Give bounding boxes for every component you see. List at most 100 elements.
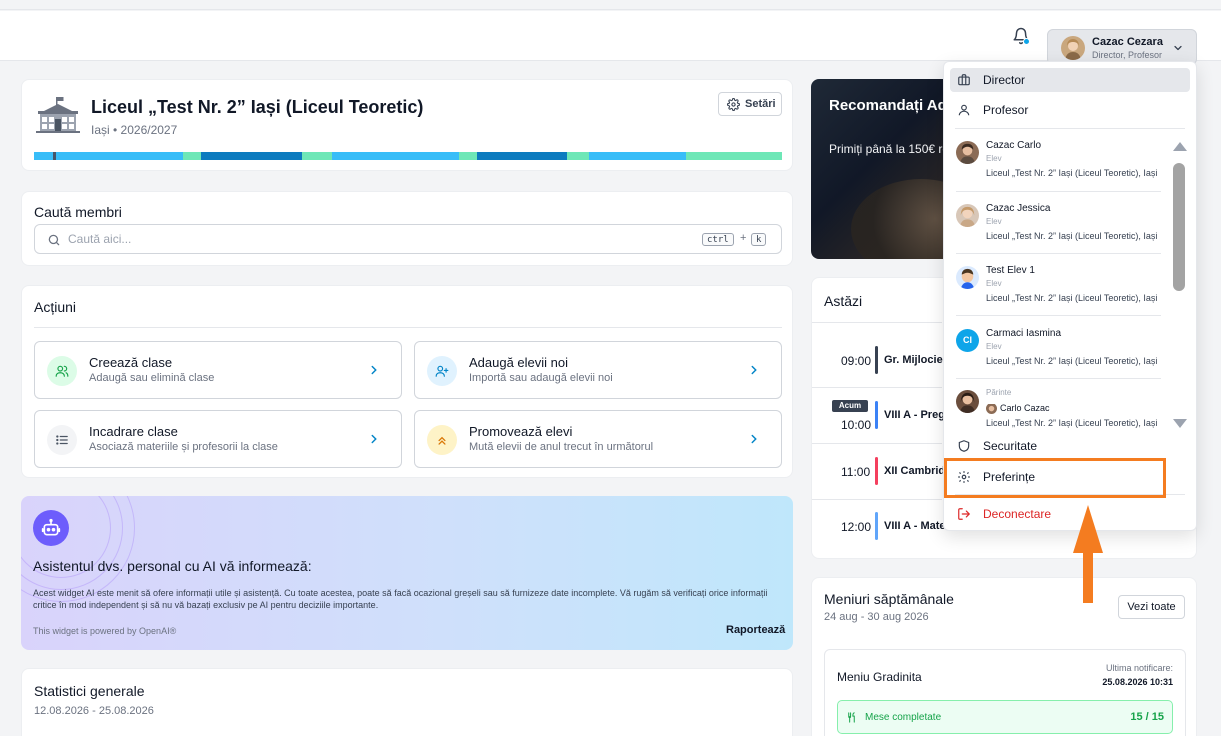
person-avatar [956, 266, 979, 289]
row-divider [812, 322, 942, 323]
child-name: Carlo Cazac [1000, 403, 1050, 413]
stats-range: 12.08.2026 - 25.08.2026 [34, 705, 154, 717]
person-avatar [956, 390, 979, 413]
menus-card: Meniuri săptămânale 24 aug - 30 aug 2026… [811, 577, 1197, 736]
search-title: Caută membri [34, 204, 122, 220]
user-plus-icon [427, 356, 457, 386]
chevron-right-icon [751, 365, 757, 375]
last-notification-label: Ultima notificare: [1105, 663, 1173, 673]
schedule-class[interactable]: VIII A - Preg [884, 409, 945, 421]
schedule-time: 12:00 [841, 520, 872, 534]
menu-item-logout[interactable]: Deconectare [950, 502, 1190, 526]
action-title: Creează clase [89, 355, 173, 370]
class-color-bar [875, 512, 878, 540]
menus-title: Meniuri săptămânale [824, 591, 954, 607]
ai-report-link[interactable]: Raportează [726, 624, 785, 636]
notification-dot [1023, 38, 1030, 45]
menu-card[interactable]: Meniu Gradinita Ultima notificare: 25.08… [824, 649, 1186, 736]
avatar-initials: CI [963, 335, 972, 345]
role-director[interactable]: Director [950, 68, 1190, 92]
person-school: Liceul „Test Nr. 2” Iași (Liceul Teoreti… [986, 356, 1158, 366]
row-divider [812, 499, 942, 500]
ai-assistant-card: Asistentul dvs. personal cu AI vă inform… [21, 496, 793, 650]
user-name: Cazac Cezara [1092, 36, 1163, 48]
scrollbar-thumb[interactable] [1173, 163, 1185, 291]
see-all-button[interactable]: Vezi toate [1118, 595, 1185, 619]
scroll-up-arrow[interactable] [1173, 142, 1187, 151]
action-assign-classes[interactable]: Incadrare clase Asociază materiile și pr… [34, 410, 402, 468]
shortcut-key-k: k [751, 233, 767, 246]
action-create-classes[interactable]: Creează clase Adaugă sau elimină clase [34, 341, 402, 399]
progress-segment [183, 152, 201, 160]
progress-segment [332, 152, 459, 160]
school-card: Liceul „Test Nr. 2” Iași (Liceul Teoreti… [21, 79, 793, 171]
child-avatar [986, 403, 997, 414]
progress-segment [459, 152, 477, 160]
school-subtitle: Iași • 2026/2027 [91, 123, 178, 137]
menu-item-security[interactable]: Securitate [950, 434, 1190, 458]
person-role: Elev [986, 279, 1002, 288]
user-avatar [1061, 36, 1085, 60]
action-title: Promovează elevi [469, 424, 573, 439]
action-subtitle: Importă sau adaugă elevii noi [469, 372, 613, 384]
action-subtitle: Asociază materiile și profesorii la clas… [89, 441, 278, 453]
ai-title: Asistentul dvs. personal cu AI vă inform… [33, 558, 312, 574]
person-school: Liceul „Test Nr. 2” Iași (Liceul Teoreti… [986, 231, 1158, 241]
role-label: Director [983, 73, 1026, 87]
user-role: Director, Profesor [1092, 50, 1163, 60]
chevrons-up-icon [427, 425, 457, 455]
stats-card: Statistici generale 12.08.2026 - 25.08.2… [21, 668, 793, 736]
shortcut-key-ctrl: ctrl [702, 233, 734, 246]
last-notification-value: 25.08.2026 10:31 [1102, 677, 1173, 687]
recommend-banner[interactable]: Recomandați Ad exclusive Primiți până la… [811, 79, 951, 259]
progress-segment [56, 152, 183, 160]
person-name: Test Elev 1 [986, 265, 1035, 276]
shield-icon [958, 440, 970, 452]
user-menu-button[interactable]: Cazac Cezara Director, Profesor [1047, 29, 1197, 65]
actions-title: Acțiuni [34, 299, 77, 315]
person-divider [956, 253, 1161, 254]
actions-card: Acțiuni Creează clase Adaugă sau elimină… [21, 285, 793, 478]
schedule-time: 10:00 [841, 418, 872, 432]
school-icon [36, 97, 80, 133]
progress-segment [477, 152, 567, 160]
robot-icon [33, 510, 69, 546]
highlight-box [944, 458, 1166, 498]
chevron-right-icon [751, 434, 757, 444]
school-title: Liceul „Test Nr. 2” Iași (Liceul Teoreti… [91, 97, 424, 117]
row-divider [812, 387, 942, 388]
action-title: Adaugă elevii noi [469, 355, 569, 370]
schedule-class[interactable]: Gr. Mijlocie I [884, 354, 949, 366]
person-school: Liceul „Test Nr. 2” Iași (Liceul Teoreti… [986, 168, 1158, 178]
meals-label: Mese completate [865, 712, 942, 723]
progress-segment [34, 152, 53, 160]
settings-label: Setări [745, 98, 776, 110]
search-card: Caută membri Caută aici... ctrl + k [21, 191, 793, 266]
schedule-class[interactable]: VIII A - Mate [884, 520, 946, 532]
utensils-icon [848, 712, 855, 723]
list-icon [47, 425, 77, 455]
top-strip [0, 0, 1221, 10]
top-bar: Cazac Cezara Director, Profesor [0, 11, 1221, 65]
meals-value: 15 / 15 [1130, 711, 1164, 723]
row-divider [812, 443, 942, 444]
scroll-down-arrow[interactable] [1173, 419, 1187, 428]
search-input[interactable]: Caută aici... ctrl + k [34, 224, 782, 254]
action-promote-students[interactable]: Promovează elevi Mută elevii de anul tre… [414, 410, 782, 468]
schedule-time: 11:00 [841, 465, 871, 479]
stats-title: Statistici generale [34, 683, 145, 699]
action-subtitle: Mută elevii de anul trecut în următorul [469, 441, 654, 453]
users-icon [47, 356, 77, 386]
menu-title: Meniu Gradinita [837, 670, 922, 684]
class-color-bar [875, 346, 878, 374]
meals-completed: Mese completate 15 / 15 [837, 700, 1173, 734]
action-add-students[interactable]: Adaugă elevii noi Importă sau adaugă ele… [414, 341, 782, 399]
role-label: Profesor [983, 103, 1029, 117]
role-profesor[interactable]: Profesor [950, 98, 1190, 122]
person-role: Elev [986, 154, 1002, 163]
now-badge: Acum [832, 400, 868, 412]
settings-button[interactable]: Setări [718, 92, 782, 116]
person-role: Elev [986, 342, 1002, 351]
schedule-class[interactable]: XII Cambridg [884, 465, 952, 477]
person-name: Cazac Jessica [986, 203, 1051, 214]
